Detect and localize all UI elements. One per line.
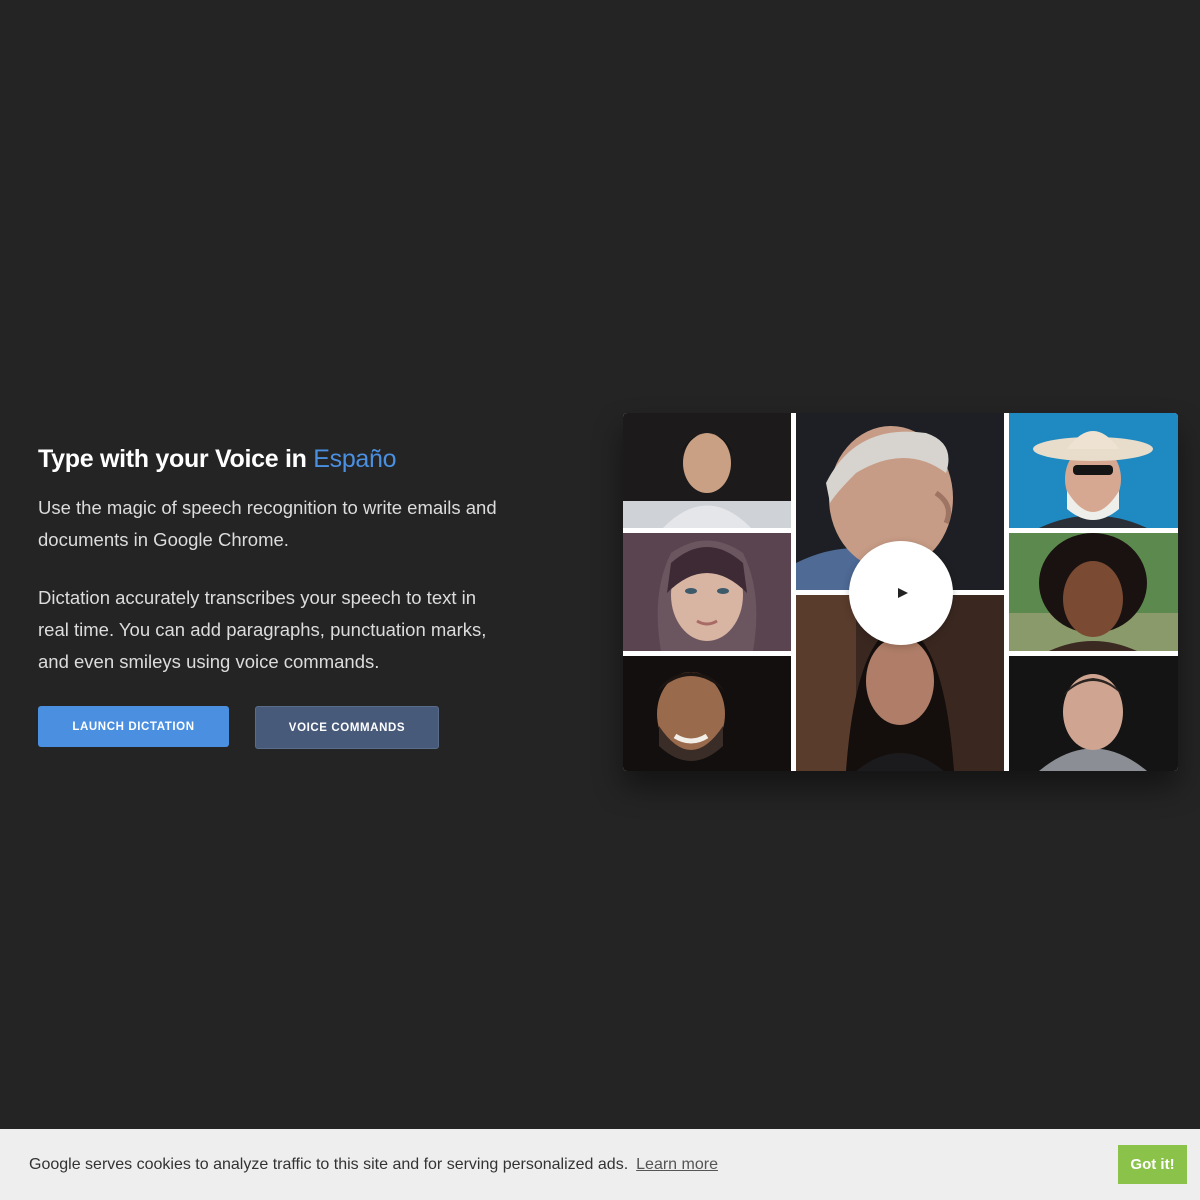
video-collage[interactable] (623, 413, 1178, 771)
headline-prefix: Type with your Voice in (38, 445, 314, 473)
cookie-banner: Google serves cookies to analyze traffic… (0, 1129, 1200, 1200)
launch-dictation-button[interactable]: Launch Dictation (38, 706, 229, 747)
portrait-bearded-man (623, 656, 791, 771)
cta-buttons: Launch Dictation Voice Commands (38, 706, 439, 749)
learn-more-link[interactable]: Learn more (636, 1156, 718, 1174)
page: Type with your Voice in Españo Use the m… (0, 0, 1200, 1200)
portrait-woman-scarf (623, 533, 791, 651)
cookie-message: Google serves cookies to analyze traffic… (29, 1155, 629, 1173)
portrait-man-hoodie (1009, 656, 1178, 771)
play-icon (898, 588, 908, 598)
portrait-woman-curly-hair (1009, 533, 1178, 651)
portrait-man-hat (1009, 413, 1178, 528)
headline: Type with your Voice in Españo (38, 440, 508, 478)
intro-paragraph: Use the magic of speech recognition to w… (38, 497, 497, 550)
headline-language: Españo (313, 445, 397, 473)
description-paragraph: Dictation accurately transcribes your sp… (38, 587, 487, 672)
hero-text: Type with your Voice in Españo Use the m… (38, 440, 508, 749)
cookie-accept-button[interactable]: Got it! (1118, 1145, 1187, 1184)
portrait-young-man (623, 413, 791, 528)
play-video-button[interactable] (849, 541, 953, 645)
voice-commands-button[interactable]: Voice Commands (255, 706, 439, 749)
